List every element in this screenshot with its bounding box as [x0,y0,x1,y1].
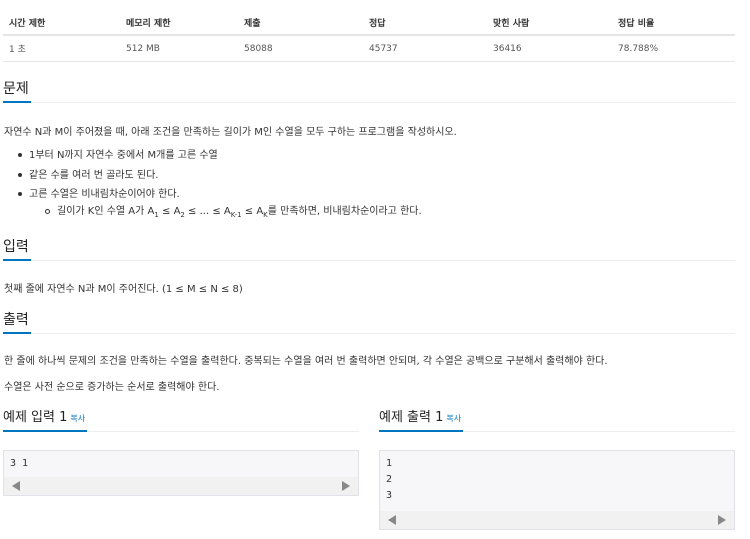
sample-output-box: 1 2 3 [379,450,735,530]
value-accept-rate: 78.788% [618,43,659,54]
copy-input-button[interactable]: 복사 [70,414,85,423]
scroll-left-icon[interactable] [388,515,396,525]
stats-value-row: 1 초 512 MB 58088 45737 36416 78.788% [3,36,735,62]
input-section-header: 입력 [3,237,735,261]
input-description: 첫째 줄에 자연수 N과 M이 주어진다. (1 ≤ M ≤ N ≤ 8) [4,284,243,295]
sample-input-box: 3 1 [3,450,359,496]
value-solvers: 36416 [493,43,522,54]
value-memory-limit: 512 MB [126,43,160,54]
sample-output-line: 1 [386,458,393,469]
stats-header-row: 시간 제한 메모리 제한 제출 정답 맞힌 사람 정답 비율 [3,10,735,36]
output-description-2: 수열은 사전 순으로 증가하는 순서로 출력해야 한다. [4,382,220,393]
sample-output-title: 예제 출력 1 복사 [379,408,464,432]
sample-output-scrollbar[interactable] [380,511,734,529]
value-accepted: 45737 [369,43,398,54]
output-title: 출력 [3,310,31,334]
value-time-limit: 1 초 [9,45,26,55]
output-section-header: 출력 [3,310,735,334]
output-description-1: 한 줄에 하나씩 문제의 조건을 만족하는 수열을 출력한다. 중복되는 수열을… [4,356,608,367]
sample-input-scrollbar[interactable] [4,477,358,495]
header-accepted: 정답 [369,18,386,29]
problem-description: 자연수 N과 M이 주어졌을 때, 아래 조건을 만족하는 길이가 M인 수열을… [4,127,457,138]
sample-input-title: 예제 입력 1 복사 [3,408,88,432]
scroll-right-icon[interactable] [342,481,350,491]
header-memory-limit: 메모리 제한 [126,18,171,29]
sample-input-header: 예제 입력 1 복사 [3,408,359,432]
header-time-limit: 시간 제한 [9,18,46,29]
condition-item: 1부터 N까지 자연수 중에서 M개를 고른 수열 [18,148,218,168]
condition-item: 같은 수를 여러 번 골라도 된다. [18,168,218,188]
header-accept-rate: 정답 비율 [618,18,655,29]
value-submissions: 58088 [244,43,273,54]
header-solvers: 맞힌 사람 [493,18,530,29]
scroll-left-icon[interactable] [12,481,20,491]
input-title: 입력 [3,237,31,261]
scroll-right-icon[interactable] [718,515,726,525]
problem-section-header: 문제 [3,79,735,103]
condition-list: 1부터 N까지 자연수 중에서 M개를 고른 수열 같은 수를 여러 번 골라도… [18,148,218,207]
header-submissions: 제출 [244,18,261,29]
sample-output-header: 예제 출력 1 복사 [379,408,735,432]
sub-condition-item: 길이가 K인 수열 A가 A1 ≤ A2 ≤ ... ≤ AK-1 ≤ AK를 … [45,204,422,223]
copy-output-button[interactable]: 복사 [446,414,461,423]
sample-output-line: 2 [386,474,393,485]
problem-title: 문제 [3,79,31,103]
sample-input-line: 3 1 [10,458,29,469]
sample-output-line: 3 [386,490,393,501]
problem-stats-table: 시간 제한 메모리 제한 제출 정답 맞힌 사람 정답 비율 1 초 512 M… [3,10,735,62]
